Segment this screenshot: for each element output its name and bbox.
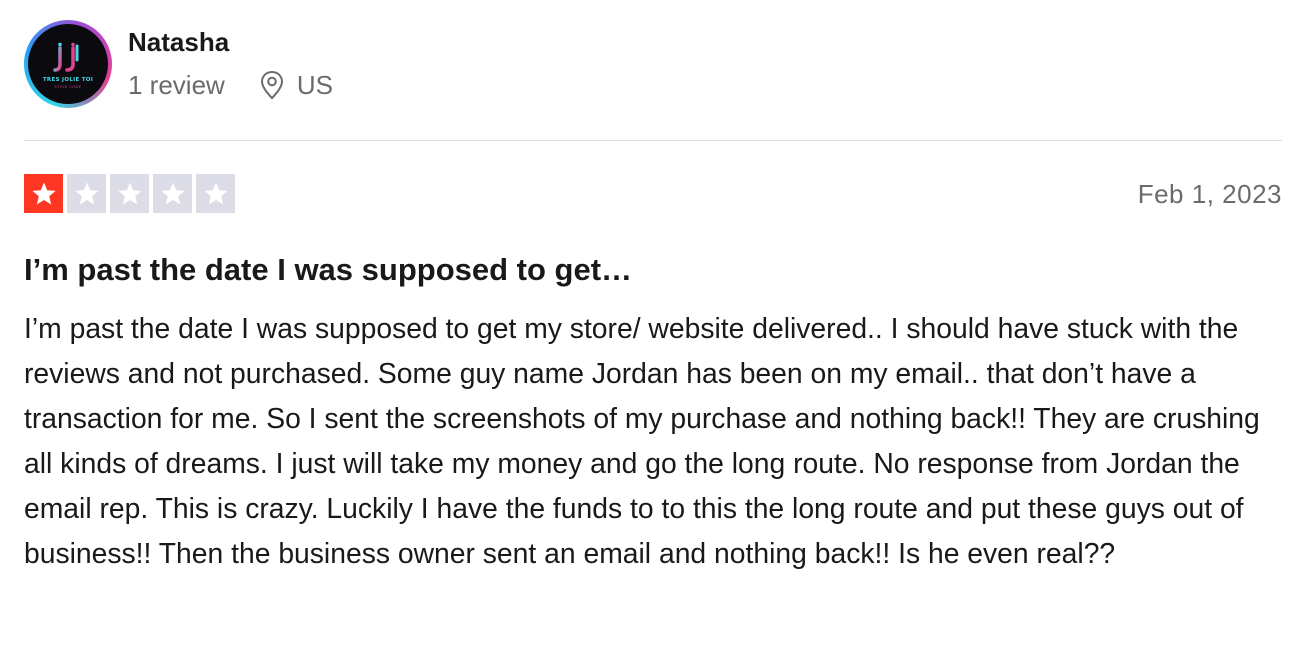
star-filled [24,174,63,213]
star-icon [74,182,99,204]
location-pin-icon [259,70,285,100]
star-icon [160,182,185,204]
star-icon [117,182,142,204]
divider [24,140,1282,141]
star-empty [67,174,106,213]
brand-logo-icon [53,42,79,72]
avatar-brand-text: TRES JOLIE TOI [42,76,94,83]
review-date: Feb 1, 2023 [1137,179,1282,209]
star-icon [31,182,56,204]
star-empty [196,174,235,213]
consumer-header: TRES JOLIE TOI STYLE CODE Natasha 1 revi… [24,20,333,110]
review-title[interactable]: I’m past the date I was supposed to get… [24,250,1282,290]
consumer-info: Natasha 1 review US [128,26,333,101]
consumer-name[interactable]: Natasha [128,26,333,58]
avatar-sub-text: STYLE CODE [54,84,82,89]
star-icon [203,182,228,204]
star-empty [110,174,149,213]
rating-row: Feb 1, 2023 [24,174,1282,214]
star-empty [153,174,192,213]
review-count: 1 review [128,70,225,100]
consumer-meta: 1 review US [128,69,333,101]
avatar[interactable]: TRES JOLIE TOI STYLE CODE [24,20,112,108]
star-rating [24,174,235,213]
avatar-image: TRES JOLIE TOI STYLE CODE [28,24,108,104]
consumer-country: US [296,70,333,100]
review-body: I’m past the date I was supposed to get … [24,312,1260,569]
review-card: TRES JOLIE TOI STYLE CODE Natasha 1 revi… [0,0,1316,646]
